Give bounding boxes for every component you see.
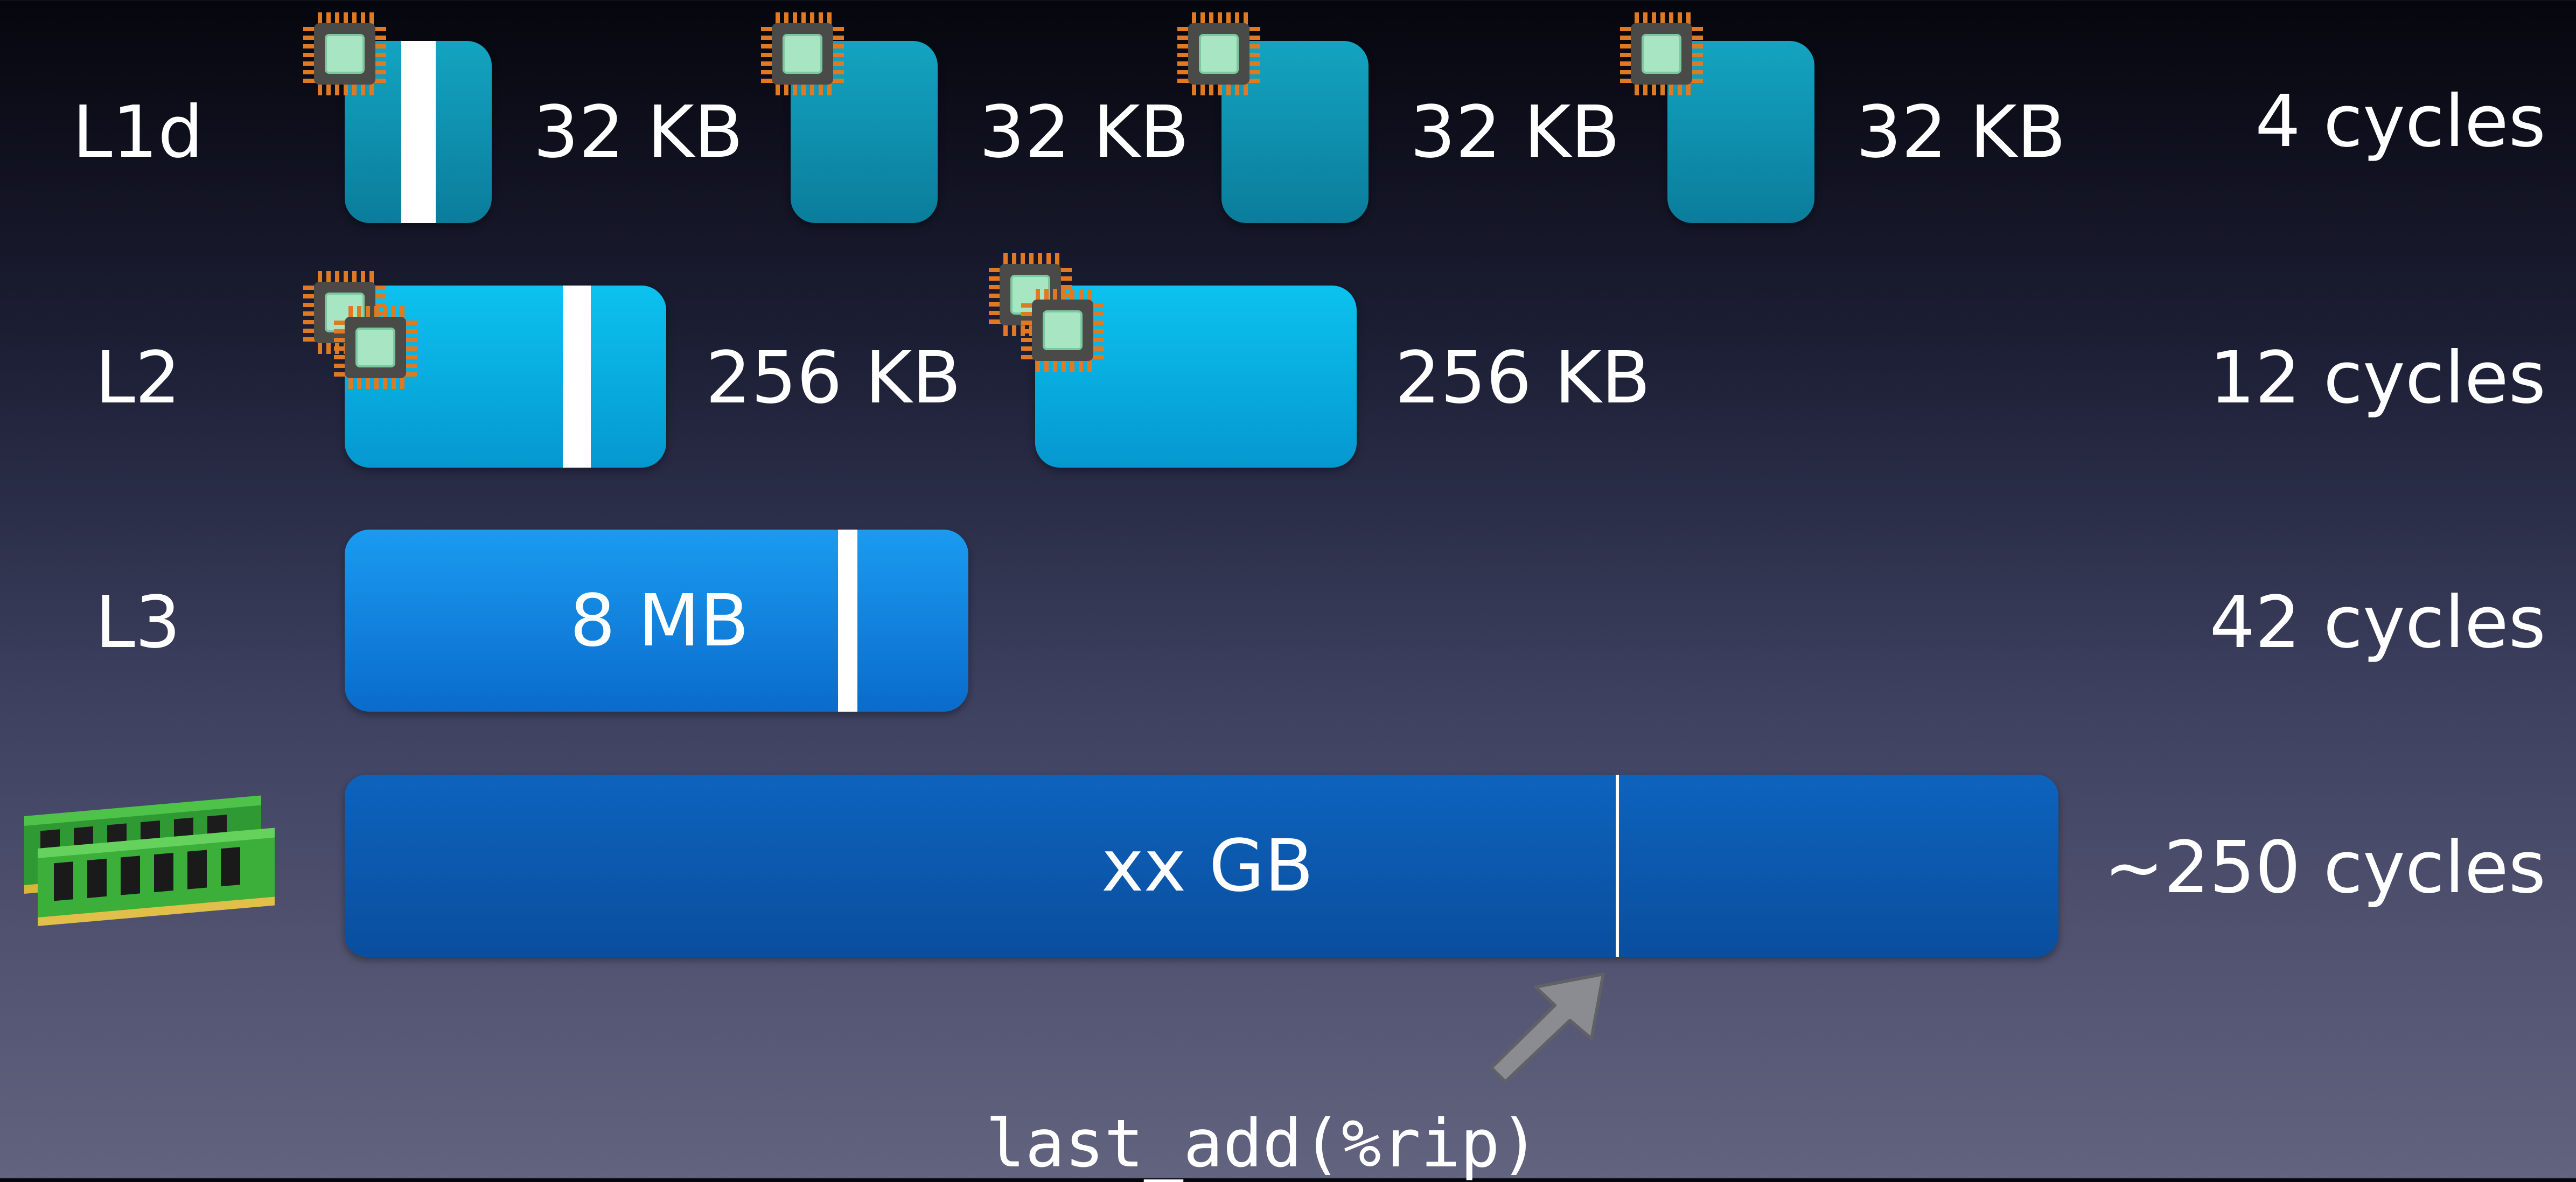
l1d-cache-size-1: 32 KB bbox=[533, 91, 743, 174]
main-memory-block: xx GB bbox=[345, 775, 2058, 957]
l1d-cache-size-2: 32 KB bbox=[979, 91, 1189, 174]
memory-address-marker bbox=[1616, 775, 1619, 957]
cache-line-marker bbox=[838, 530, 857, 712]
latency-l3: 42 cycles bbox=[2209, 581, 2546, 664]
l3-cache-size: 8 MB bbox=[570, 580, 749, 663]
cpu-chip-icon bbox=[1619, 11, 1704, 96]
latency-l2: 12 cycles bbox=[2209, 337, 2546, 420]
l2-cache-size-1: 256 KB bbox=[706, 337, 961, 420]
cpu-chip-icon bbox=[760, 11, 845, 96]
cpu-chip-icon bbox=[1020, 288, 1105, 373]
l2-cache-size-2: 256 KB bbox=[1395, 337, 1651, 420]
latency-l1d: 4 cycles bbox=[2255, 80, 2546, 163]
ram-module-icon bbox=[24, 795, 275, 926]
cpu-chip-icon bbox=[302, 11, 387, 96]
l1d-cache-size-3: 32 KB bbox=[1410, 91, 1620, 174]
l1d-cache-size-4: 32 KB bbox=[1856, 91, 2066, 174]
row-label-l1d: L1d bbox=[72, 91, 204, 174]
cpu-chip-icon bbox=[1176, 11, 1261, 96]
cache-line-marker bbox=[401, 41, 436, 223]
cpu-chip-icon bbox=[333, 305, 418, 390]
arrow-icon bbox=[1490, 972, 1605, 1083]
pointer-label: last_add(%rip) bbox=[986, 1105, 1540, 1182]
row-label-l3: L3 bbox=[95, 581, 181, 664]
l3-cache-block: 8 MB bbox=[345, 530, 968, 712]
latency-memory: ~250 cycles bbox=[2104, 826, 2546, 909]
row-label-l2: L2 bbox=[95, 337, 181, 420]
main-memory-size: xx GB bbox=[1101, 825, 1314, 908]
cache-line-marker bbox=[563, 286, 591, 468]
